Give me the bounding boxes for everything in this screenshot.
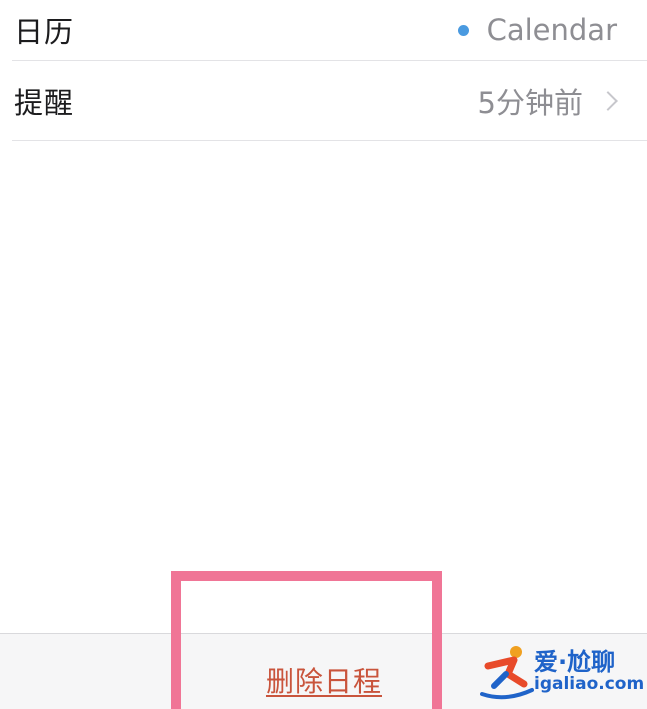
alert-value-group: 5分钟前	[477, 80, 618, 122]
watermark-url: igaliao.com	[534, 674, 645, 694]
delete-event-button[interactable]: 删除日程	[214, 660, 434, 700]
calendar-color-dot-icon	[457, 24, 469, 36]
watermark-title: 爱·尬聊	[534, 648, 616, 676]
calendar-value: Calendar	[486, 13, 617, 47]
alert-value: 5分钟前	[477, 86, 583, 120]
calendar-value-group: Calendar	[457, 13, 617, 47]
chevron-right-icon	[598, 91, 618, 111]
alert-row[interactable]: 提醒 5分钟前	[12, 62, 647, 141]
runner-logo-icon	[480, 646, 534, 700]
calendar-row[interactable]: 日历 Calendar	[12, 0, 647, 61]
event-details-screen: 日历 Calendar 提醒 5分钟前 删除日程 爱·尬聊 igaliao.co…	[0, 0, 647, 709]
alert-label: 提醒	[14, 86, 75, 120]
watermark-logo: 爱·尬聊 igaliao.com	[480, 640, 645, 702]
calendar-label: 日历	[14, 15, 75, 49]
